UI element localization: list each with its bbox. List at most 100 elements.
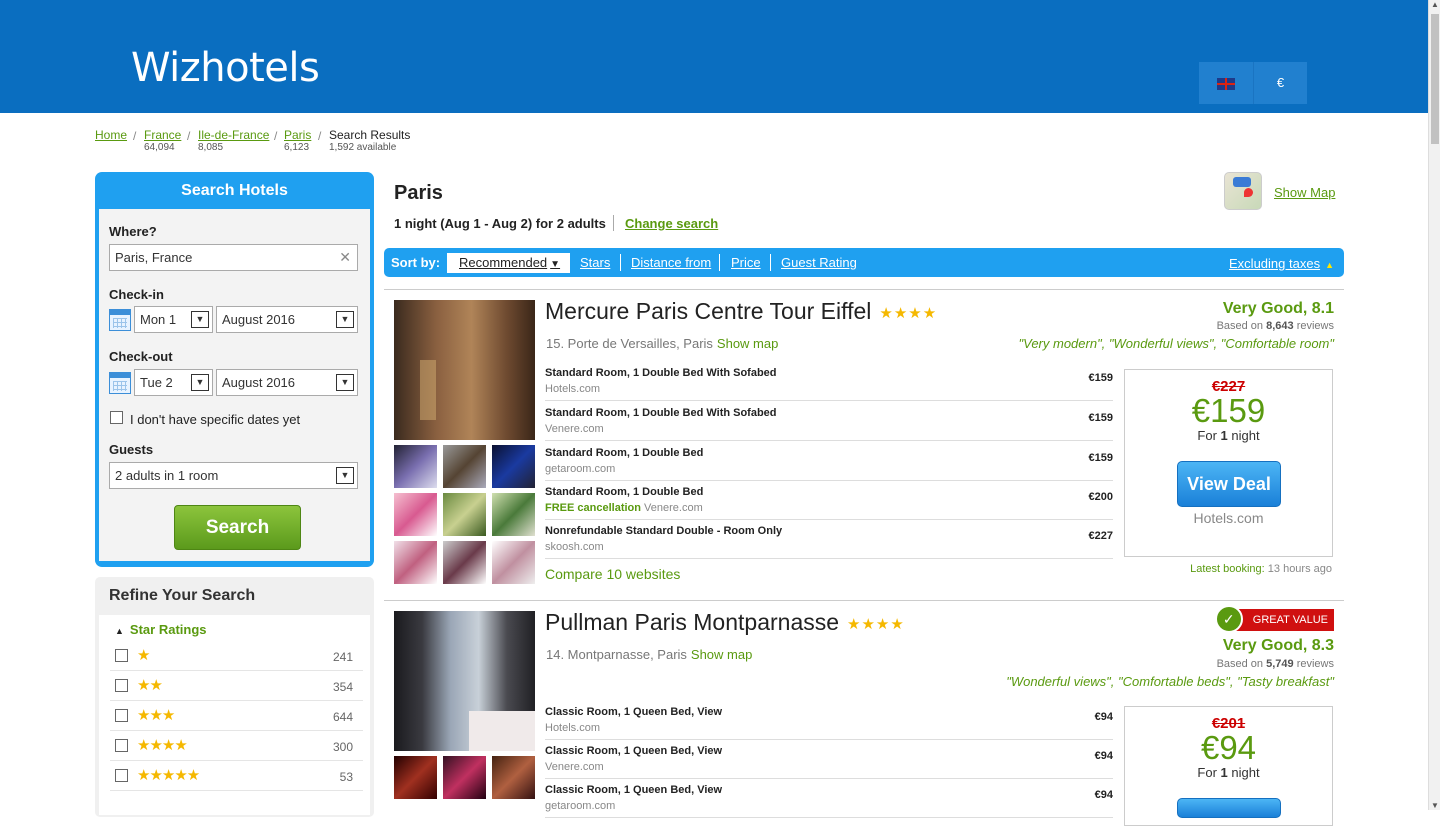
star-icons: ★★★: [137, 707, 175, 724]
deal-price: €159: [1191, 392, 1266, 429]
great-value-badge: ✓ GREAT VALUE: [1214, 605, 1334, 633]
room-offer[interactable]: Standard Room, 1 Double Bed FREE cancella…: [545, 480, 1113, 520]
room-offer[interactable]: Nonrefundable Standard Double - Room Onl…: [545, 519, 1113, 559]
room-offer[interactable]: Classic Room, 1 Queen Bed, View Venere.co…: [545, 739, 1113, 779]
site-logo[interactable]: Wizhotels: [131, 44, 320, 92]
hotel-thumbnail[interactable]: [394, 756, 437, 799]
checkout-day-select[interactable]: Tue 2 ▼: [134, 369, 213, 396]
hotel-address: 14. Montparnasse, Paris Show map: [546, 647, 753, 662]
checkin-calendar-icon[interactable]: [109, 309, 131, 331]
star-checkbox[interactable]: [115, 649, 128, 662]
star-filter-row[interactable]: ★★★★ 300: [110, 731, 363, 761]
compare-websites-link[interactable]: Compare 10 websites: [545, 566, 680, 582]
show-map-link[interactable]: Show map: [691, 647, 752, 662]
star-filter-row[interactable]: ★★★ 644: [110, 701, 363, 731]
search-button[interactable]: Search: [174, 505, 301, 550]
star-icons: ★★★★: [137, 737, 188, 754]
chevron-down-icon: ▼: [191, 374, 209, 391]
star-count: 241: [332, 650, 353, 664]
checkout-month-select[interactable]: August 2016 ▼: [216, 369, 358, 396]
breadcrumb-count: 6,123: [284, 142, 310, 153]
destination-input[interactable]: Paris, France ✕: [109, 244, 358, 271]
hotel-thumbnail[interactable]: [492, 756, 535, 799]
room-price: €227: [1088, 530, 1113, 542]
star-filter-row[interactable]: ★★ 354: [110, 671, 363, 701]
language-button[interactable]: [1199, 62, 1253, 104]
review-count: Based on 8,643 reviews: [1216, 320, 1334, 332]
show-map-link[interactable]: Show Map: [1274, 185, 1335, 200]
uk-flag-icon: [1217, 77, 1235, 90]
scroll-thumb[interactable]: [1431, 14, 1439, 144]
refine-panel: Refine Your Search ▲ Star Ratings ★ 241 ★★…: [95, 577, 374, 817]
change-search-link[interactable]: Change search: [625, 216, 718, 231]
currency-button[interactable]: €: [1253, 62, 1307, 104]
sort-select[interactable]: Recommended ▼: [447, 253, 570, 273]
checkmark-seal-icon: ✓: [1214, 605, 1243, 633]
checkin-day-select[interactable]: Mon 1 ▼: [134, 306, 213, 333]
review-quotes: "Wonderful views", "Comfortable beds", "…: [1006, 674, 1334, 689]
no-dates-checkbox[interactable]: [110, 411, 123, 424]
star-filter-row[interactable]: ★ 241: [110, 641, 363, 671]
hotel-thumbnail[interactable]: [443, 493, 486, 536]
breadcrumb-france[interactable]: France: [144, 129, 181, 142]
hotel-photo[interactable]: [394, 611, 535, 751]
clear-icon[interactable]: ✕: [339, 245, 351, 270]
room-offer[interactable]: Classic Room, 1 Queen Bed, View getaroom.…: [545, 778, 1113, 818]
breadcrumb-paris[interactable]: Paris: [284, 129, 311, 142]
room-offer[interactable]: Standard Room, 1 Double Bed With Sofabed…: [545, 401, 1113, 441]
hotel-thumbnail[interactable]: [443, 445, 486, 488]
view-deal-button[interactable]: View Deal: [1177, 461, 1281, 507]
hotel-thumbnail[interactable]: [443, 541, 486, 584]
sort-guest-rating[interactable]: Guest Rating: [781, 255, 857, 270]
room-offer[interactable]: Classic Room, 1 Queen Bed, View Hotels.co…: [545, 700, 1113, 740]
hotel-thumbnail[interactable]: [394, 541, 437, 584]
deal-box: €201 €94 For 1 night: [1124, 706, 1333, 826]
sort-stars[interactable]: Stars: [580, 255, 610, 270]
star-checkbox[interactable]: [115, 709, 128, 722]
hotel-name[interactable]: Mercure Paris Centre Tour Eiffel ★★★★: [545, 298, 937, 325]
room-price: €94: [1094, 789, 1113, 801]
page-scrollbar[interactable]: ▲ ▼: [1428, 0, 1440, 810]
star-count: 300: [332, 740, 353, 754]
sort-price[interactable]: Price: [731, 255, 761, 270]
star-checkbox[interactable]: [115, 679, 128, 692]
guests-select[interactable]: 2 adults in 1 room ▼: [109, 462, 358, 489]
nights-label: For 1 night: [1197, 765, 1260, 780]
view-deal-button[interactable]: [1177, 798, 1281, 818]
trip-summary: 1 night (Aug 1 - Aug 2) for 2 adults: [394, 216, 606, 231]
search-panel-title: Search Hotels: [181, 182, 288, 199]
hotel-card: Pullman Paris Montparnasse ★★★★ ✓ GREAT VA…: [384, 605, 1344, 826]
room-offer[interactable]: Standard Room, 1 Double Bed With Sofabed…: [545, 361, 1113, 401]
hotel-photo[interactable]: [394, 300, 535, 440]
show-map-link[interactable]: Show map: [717, 336, 778, 351]
star-count: 644: [332, 710, 353, 724]
hotel-name[interactable]: Pullman Paris Montparnasse ★★★★: [545, 609, 905, 636]
checkin-month-select[interactable]: August 2016 ▼: [216, 306, 358, 333]
star-ratings-toggle[interactable]: ▲ Star Ratings: [115, 622, 207, 637]
star-checkbox[interactable]: [115, 739, 128, 752]
map-icon[interactable]: [1224, 172, 1262, 210]
hotel-thumbnail[interactable]: [394, 493, 437, 536]
hotel-thumbnail[interactable]: [492, 493, 535, 536]
room-offer[interactable]: Standard Room, 1 Double Bed getaroom.com €…: [545, 441, 1113, 481]
scroll-down-icon[interactable]: ▼: [1429, 801, 1440, 810]
scroll-up-icon[interactable]: ▲: [1429, 0, 1440, 9]
latest-booking: Latest booking: 13 hours ago: [1190, 563, 1332, 575]
hotel-thumbnail[interactable]: [443, 756, 486, 799]
breadcrumb-region[interactable]: Ile-de-France: [198, 129, 269, 142]
star-checkbox[interactable]: [115, 769, 128, 782]
room-price: €94: [1094, 750, 1113, 762]
checkout-calendar-icon[interactable]: [109, 372, 131, 394]
star-icons: ★★★★★: [137, 767, 200, 784]
excluding-taxes-toggle[interactable]: Excluding taxes ▲: [1229, 256, 1334, 271]
hotel-thumbnail[interactable]: [492, 445, 535, 488]
star-icons: ★★: [137, 677, 163, 694]
breadcrumb-home[interactable]: Home: [95, 129, 127, 142]
breadcrumb-count: 64,094: [144, 142, 175, 153]
hotel-thumbnail[interactable]: [394, 445, 437, 488]
sort-distance[interactable]: Distance from: [631, 255, 711, 270]
star-filter-row[interactable]: ★★★★★ 53: [110, 761, 363, 791]
breadcrumb-count: 8,085: [198, 142, 224, 153]
checkin-label: Check-in: [109, 287, 164, 302]
hotel-thumbnail[interactable]: [492, 541, 535, 584]
